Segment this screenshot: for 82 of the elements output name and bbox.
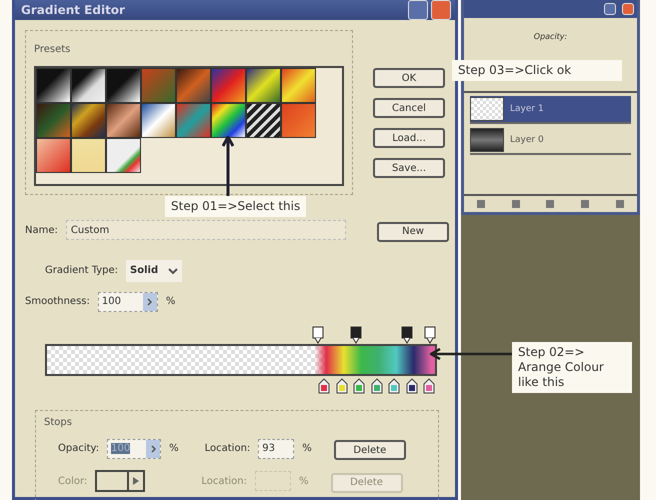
color-stop[interactable] <box>388 378 400 394</box>
new-button[interactable]: New <box>377 222 449 242</box>
stops-label: Stops <box>44 416 73 428</box>
gradient-swatch[interactable] <box>71 68 106 103</box>
color-stop[interactable] <box>318 378 330 394</box>
gradient-swatch[interactable] <box>281 68 316 103</box>
delete-button[interactable]: Delete <box>334 440 406 460</box>
maximize-button[interactable] <box>408 0 428 20</box>
arrow-icon <box>222 136 234 196</box>
smoothness-label: Smoothness: <box>25 296 90 307</box>
stop-label: Color: <box>58 476 88 487</box>
chevron-icon[interactable] <box>150 444 156 453</box>
percent-label: % <box>298 476 308 487</box>
gradient-swatch[interactable] <box>141 103 176 138</box>
panel-tool-icon[interactable] <box>580 199 590 209</box>
gradient-swatch[interactable] <box>36 68 71 103</box>
layer-row[interactable]: Layer 1 <box>470 96 631 124</box>
smoothness-field[interactable]: 100 <box>98 292 158 312</box>
location-label: Location: <box>204 443 250 454</box>
annotation-callout: Step 03=>Click ok <box>452 60 622 81</box>
annotation-callout: Step 02=> Arange Colour like this <box>512 342 632 393</box>
stop-label: Opacity: <box>58 443 100 454</box>
panel-tool-icon[interactable] <box>510 199 521 209</box>
minimize-button[interactable] <box>604 3 616 15</box>
color-stop[interactable] <box>423 378 436 394</box>
chevron-icon <box>168 266 178 274</box>
opacity-stop[interactable] <box>312 326 324 344</box>
gradient-swatch[interactable] <box>246 68 281 103</box>
dialog-button[interactable]: Load... <box>373 128 445 148</box>
gradient-type-select[interactable]: Solid <box>126 260 182 282</box>
gradient-swatch[interactable] <box>36 103 71 138</box>
location-field[interactable] <box>254 471 291 492</box>
panel-tool-icon[interactable] <box>476 199 486 209</box>
layer-thumbnail <box>470 128 504 152</box>
dialog-button[interactable]: OK <box>373 68 445 88</box>
gradient-swatch[interactable] <box>246 103 281 138</box>
gradient-swatch[interactable] <box>141 68 176 103</box>
close-button[interactable] <box>622 3 634 15</box>
layer-thumbnail <box>470 97 504 121</box>
location-field[interactable]: 93 <box>258 438 294 459</box>
close-button[interactable] <box>431 0 451 20</box>
opacity-label: Opacity: <box>534 32 568 41</box>
gradient-swatch[interactable] <box>281 103 316 138</box>
opacity-stop[interactable] <box>350 326 362 344</box>
name-label: Name: <box>25 224 58 236</box>
layer-name: Layer 1 <box>510 104 544 114</box>
opacity-stop[interactable] <box>424 326 436 344</box>
opacity-stop[interactable] <box>400 326 413 344</box>
chevron-icon[interactable] <box>147 298 152 306</box>
name-field[interactable]: Custom <box>66 220 346 240</box>
dialog-button[interactable]: Cancel <box>373 98 445 118</box>
percent-label: % <box>169 443 179 454</box>
color-stop[interactable] <box>370 378 383 394</box>
window-title: Gradient Editor <box>21 3 125 17</box>
panel-tool-icon[interactable] <box>614 199 625 209</box>
gradient-type-label: Gradient Type: <box>45 265 118 276</box>
presets-label: Presets <box>34 44 70 55</box>
gradient-swatch[interactable] <box>106 68 141 103</box>
gradient-swatch[interactable] <box>36 138 71 173</box>
panel-tool-icon[interactable] <box>545 199 556 209</box>
color-stop[interactable] <box>353 378 366 394</box>
gradient-swatch[interactable] <box>176 103 211 138</box>
layer-name: Layer 0 <box>510 135 544 145</box>
gradient-swatch[interactable] <box>71 138 106 173</box>
dialog-button[interactable]: Save... <box>373 158 445 178</box>
gradient-swatch[interactable] <box>211 68 246 103</box>
color-well[interactable] <box>95 470 146 492</box>
annotation-callout: Step 01=>Select this <box>165 196 306 217</box>
color-stop[interactable] <box>336 378 348 394</box>
gradient-swatch[interactable] <box>176 68 211 103</box>
gradient-bar[interactable] <box>45 344 437 376</box>
location-label: Location: <box>201 476 247 487</box>
percent-label: % <box>166 296 176 307</box>
gradient-swatch[interactable] <box>71 103 106 138</box>
arrow-icon <box>430 348 512 360</box>
gradient-swatch[interactable] <box>211 103 246 138</box>
color-stop[interactable] <box>406 378 418 394</box>
percent-label: % <box>302 443 312 454</box>
layer-row[interactable]: Layer 0 <box>470 127 631 155</box>
gradient-swatch[interactable] <box>106 138 141 173</box>
play-icon <box>133 477 140 486</box>
gradient-swatch[interactable] <box>106 103 141 138</box>
